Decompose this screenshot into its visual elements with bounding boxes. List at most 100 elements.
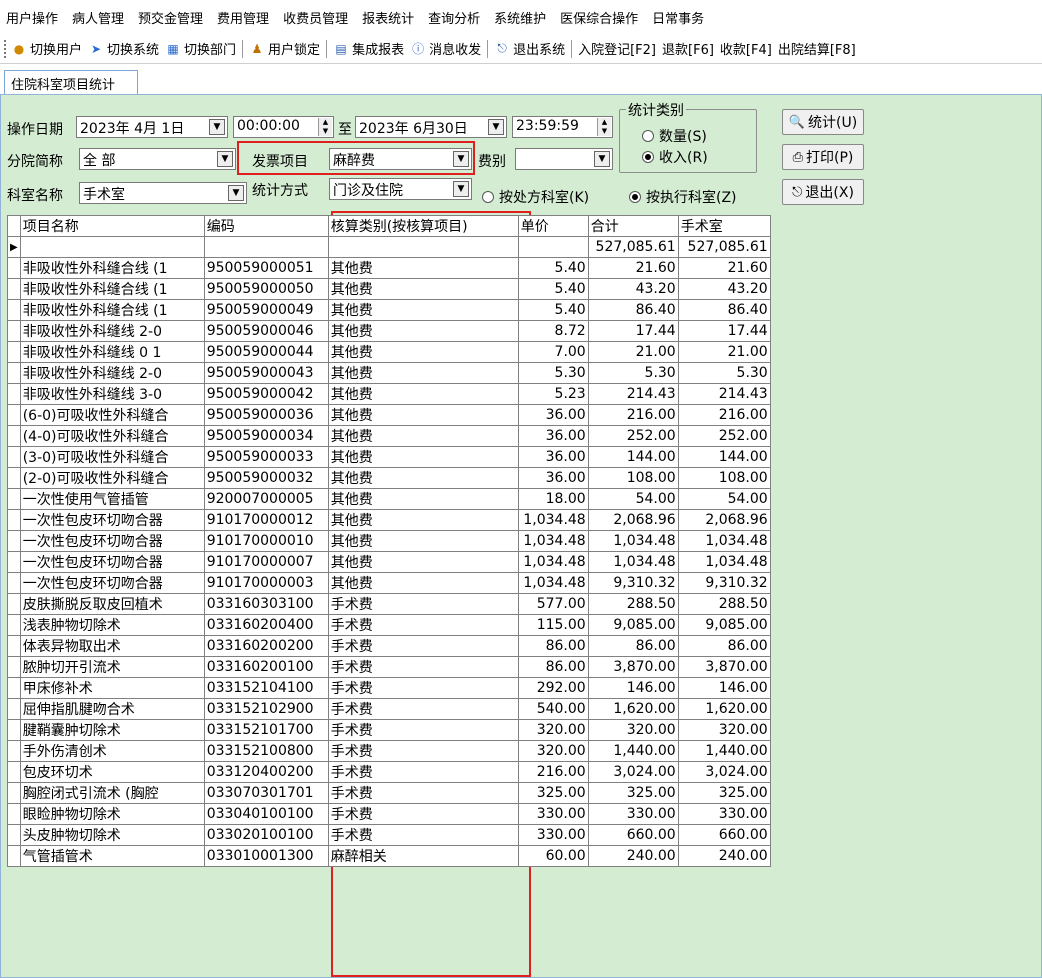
table-row[interactable]: 一次性包皮环切吻合器 910170000012 其他费 1,034.48 2,068.9… bbox=[7, 509, 771, 531]
table-cell[interactable]: 146.00 bbox=[677, 677, 771, 699]
refund-button[interactable]: 退款[F6] bbox=[662, 39, 714, 58]
menu-item[interactable]: 收费员管理 bbox=[283, 8, 348, 27]
table-cell[interactable]: 60.00 bbox=[517, 845, 589, 867]
time-to-input[interactable]: 23:59:59 ▲ ▼ bbox=[512, 116, 613, 138]
table-cell[interactable]: 手术费 bbox=[327, 803, 519, 825]
table-cell[interactable]: 86.00 bbox=[677, 635, 771, 657]
table-cell[interactable]: 033152104100 bbox=[203, 677, 329, 699]
table-cell[interactable]: 一次性包皮环切吻合器 bbox=[19, 572, 205, 594]
radio-income[interactable]: 收入(R) bbox=[642, 147, 708, 167]
integrated-report-button[interactable]: ▤ 集成报表 bbox=[333, 39, 404, 59]
table-cell[interactable]: 216.00 bbox=[677, 404, 771, 426]
spinner-icon[interactable]: ▲ ▼ bbox=[318, 118, 332, 136]
table-cell[interactable]: 其他费 bbox=[327, 278, 519, 300]
spinner-icon[interactable]: ▲ ▼ bbox=[597, 118, 611, 136]
table-row[interactable]: 包皮环切术 033120400200 手术费 216.00 3,024.00 3,024.… bbox=[7, 761, 771, 783]
column-header[interactable]: 项目名称 bbox=[19, 215, 205, 237]
table-cell[interactable]: 86.00 bbox=[587, 635, 679, 657]
table-cell[interactable]: 5.30 bbox=[587, 362, 679, 384]
table-cell[interactable]: 21.60 bbox=[677, 257, 771, 279]
table-cell[interactable]: 216.00 bbox=[517, 761, 589, 783]
table-cell[interactable]: 手术费 bbox=[327, 761, 519, 783]
column-header[interactable]: 核算类别(按核算项目) bbox=[327, 215, 519, 237]
table-cell[interactable]: 9,310.32 bbox=[587, 572, 679, 594]
total-row[interactable]: ▶ 总 计 527,085.61 527,085.61 bbox=[7, 236, 771, 258]
table-cell[interactable]: 288.50 bbox=[587, 593, 679, 615]
table-row[interactable]: 一次性包皮环切吻合器 910170000007 其他费 1,034.48 1,034.4… bbox=[7, 551, 771, 573]
table-cell[interactable]: 1,034.48 bbox=[517, 572, 589, 594]
table-cell[interactable]: 43.20 bbox=[587, 278, 679, 300]
table-cell[interactable]: 330.00 bbox=[587, 803, 679, 825]
table-cell[interactable]: 21.00 bbox=[677, 341, 771, 363]
table-cell[interactable]: 手术费 bbox=[327, 824, 519, 846]
table-cell[interactable]: 36.00 bbox=[517, 467, 589, 489]
print-button[interactable]: ⎙ 打印(P) bbox=[782, 144, 864, 170]
table-cell[interactable]: 其他费 bbox=[327, 425, 519, 447]
table-cell[interactable]: 033160200400 bbox=[203, 614, 329, 636]
table-cell[interactable]: 手术费 bbox=[327, 677, 519, 699]
table-cell[interactable]: 320.00 bbox=[517, 719, 589, 741]
radio-by-execute-dept[interactable]: 按执行科室(Z) bbox=[629, 187, 737, 207]
switch-system-button[interactable]: ➤ 切换系统 bbox=[88, 39, 159, 59]
table-cell[interactable]: 330.00 bbox=[517, 803, 589, 825]
table-cell[interactable]: 体表异物取出术 bbox=[19, 635, 205, 657]
table-cell[interactable]: 950059000036 bbox=[203, 404, 329, 426]
table-cell[interactable]: 其他费 bbox=[327, 341, 519, 363]
menu-item[interactable]: 系统维护 bbox=[494, 8, 546, 27]
table-cell[interactable]: 033070301701 bbox=[203, 782, 329, 804]
table-cell[interactable]: 手术费 bbox=[327, 614, 519, 636]
table-cell[interactable]: 1,440.00 bbox=[587, 740, 679, 762]
table-cell[interactable]: 240.00 bbox=[677, 845, 771, 867]
table-cell[interactable]: 033020100100 bbox=[203, 824, 329, 846]
table-cell[interactable]: 眼睑肿物切除术 bbox=[19, 803, 205, 825]
table-cell[interactable]: 950059000042 bbox=[203, 383, 329, 405]
table-cell[interactable]: 033160303100 bbox=[203, 593, 329, 615]
menu-item[interactable]: 病人管理 bbox=[72, 8, 124, 27]
collect-button[interactable]: 收款[F4] bbox=[720, 39, 772, 58]
table-cell[interactable]: 其他费 bbox=[327, 383, 519, 405]
radio-by-prescribe-dept[interactable]: 按处方科室(K) bbox=[482, 187, 589, 207]
table-cell[interactable]: 1,034.48 bbox=[587, 551, 679, 573]
table-cell[interactable]: 292.00 bbox=[517, 677, 589, 699]
table-cell[interactable]: 其他费 bbox=[327, 299, 519, 321]
table-cell[interactable]: 144.00 bbox=[587, 446, 679, 468]
exit-system-button[interactable]: ⎋ 退出系统 bbox=[494, 39, 565, 58]
table-row[interactable]: 体表异物取出术 033160200200 手术费 86.00 86.00 86.00 bbox=[7, 635, 771, 657]
tab-dept-item-stats[interactable]: 住院科室项目统计 bbox=[4, 70, 138, 94]
table-cell[interactable]: 660.00 bbox=[677, 824, 771, 846]
table-cell[interactable]: 1,620.00 bbox=[587, 698, 679, 720]
table-cell[interactable]: 660.00 bbox=[587, 824, 679, 846]
table-cell[interactable]: 非吸收性外科缝线 3-0 bbox=[19, 383, 205, 405]
table-cell[interactable]: 920007000005 bbox=[203, 488, 329, 510]
table-cell[interactable]: 手术费 bbox=[327, 656, 519, 678]
table-cell[interactable]: 皮肤撕脱反取皮回植术 bbox=[19, 593, 205, 615]
table-cell[interactable]: 950059000046 bbox=[203, 320, 329, 342]
table-cell[interactable]: 54.00 bbox=[587, 488, 679, 510]
table-row[interactable]: 一次性包皮环切吻合器 910170000003 其他费 1,034.48 9,310.3… bbox=[7, 572, 771, 594]
table-cell[interactable]: 1,034.48 bbox=[677, 530, 771, 552]
table-cell[interactable]: 36.00 bbox=[517, 404, 589, 426]
table-cell[interactable]: 一次性包皮环切吻合器 bbox=[19, 509, 205, 531]
chevron-down-icon[interactable]: ▼ bbox=[488, 119, 504, 135]
table-row[interactable]: 非吸收性外科缝线 3-0 950059000042 其他费 5.23 214.43 214… bbox=[7, 383, 771, 405]
column-header[interactable]: 单价 bbox=[517, 215, 589, 237]
table-row[interactable]: 手外伤清创术 033152100800 手术费 320.00 1,440.00 1,440… bbox=[7, 740, 771, 762]
table-cell[interactable]: (2-0)可吸收性外科缝合 bbox=[19, 467, 205, 489]
table-cell[interactable]: 36.00 bbox=[517, 425, 589, 447]
table-cell[interactable]: 43.20 bbox=[677, 278, 771, 300]
table-cell[interactable]: 033120400200 bbox=[203, 761, 329, 783]
table-row[interactable]: 屈伸指肌腱吻合术 033152102900 手术费 540.00 1,620.00 1,6… bbox=[7, 698, 771, 720]
table-cell[interactable]: 320.00 bbox=[587, 719, 679, 741]
table-cell[interactable]: 240.00 bbox=[587, 845, 679, 867]
stat-button[interactable]: 🔍 统计(U) bbox=[782, 109, 864, 135]
message-button[interactable]: ⓘ 消息收发 bbox=[410, 39, 481, 58]
table-cell[interactable]: 21.60 bbox=[587, 257, 679, 279]
table-cell[interactable]: 2,068.96 bbox=[677, 509, 771, 531]
table-cell[interactable]: 214.43 bbox=[677, 383, 771, 405]
table-cell[interactable]: 950059000051 bbox=[203, 257, 329, 279]
table-cell[interactable]: 3,024.00 bbox=[587, 761, 679, 783]
total-label[interactable]: 总 计 bbox=[19, 236, 205, 258]
chevron-down-icon[interactable]: ▼ bbox=[209, 119, 225, 135]
table-cell[interactable]: 21.00 bbox=[587, 341, 679, 363]
menu-item[interactable]: 医保综合操作 bbox=[560, 8, 638, 27]
